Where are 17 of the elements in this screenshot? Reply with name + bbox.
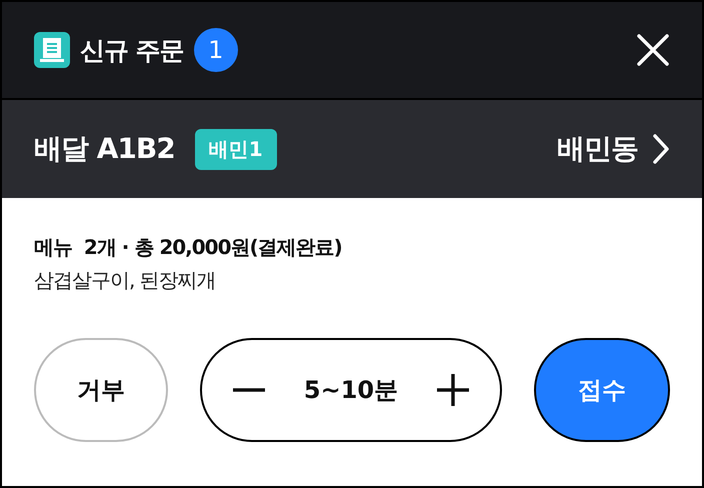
store-link[interactable]: 배민동 [557,130,670,168]
chevron-right-icon [652,133,670,165]
order-number: 배달 A1B2 [34,131,175,167]
accept-button[interactable]: 접수 [534,338,670,442]
plus-icon [436,373,470,407]
plus-button[interactable] [436,373,470,407]
service-tag: 배민1 [194,128,277,170]
receipt-icon [34,32,70,68]
order-summary: 메뉴 2개 · 총 20,000원(결제완료) [34,234,343,261]
prep-time: 5~10분 [304,375,398,406]
menu-items: 삼겹살구이, 된장찌개 [34,267,217,294]
close-button[interactable] [636,33,670,67]
minus-icon [232,388,266,392]
count-badge: 1 [194,28,238,72]
reject-button[interactable]: 거부 [34,338,168,442]
close-icon [636,33,670,67]
window-title: 신규 주문 [80,34,184,66]
